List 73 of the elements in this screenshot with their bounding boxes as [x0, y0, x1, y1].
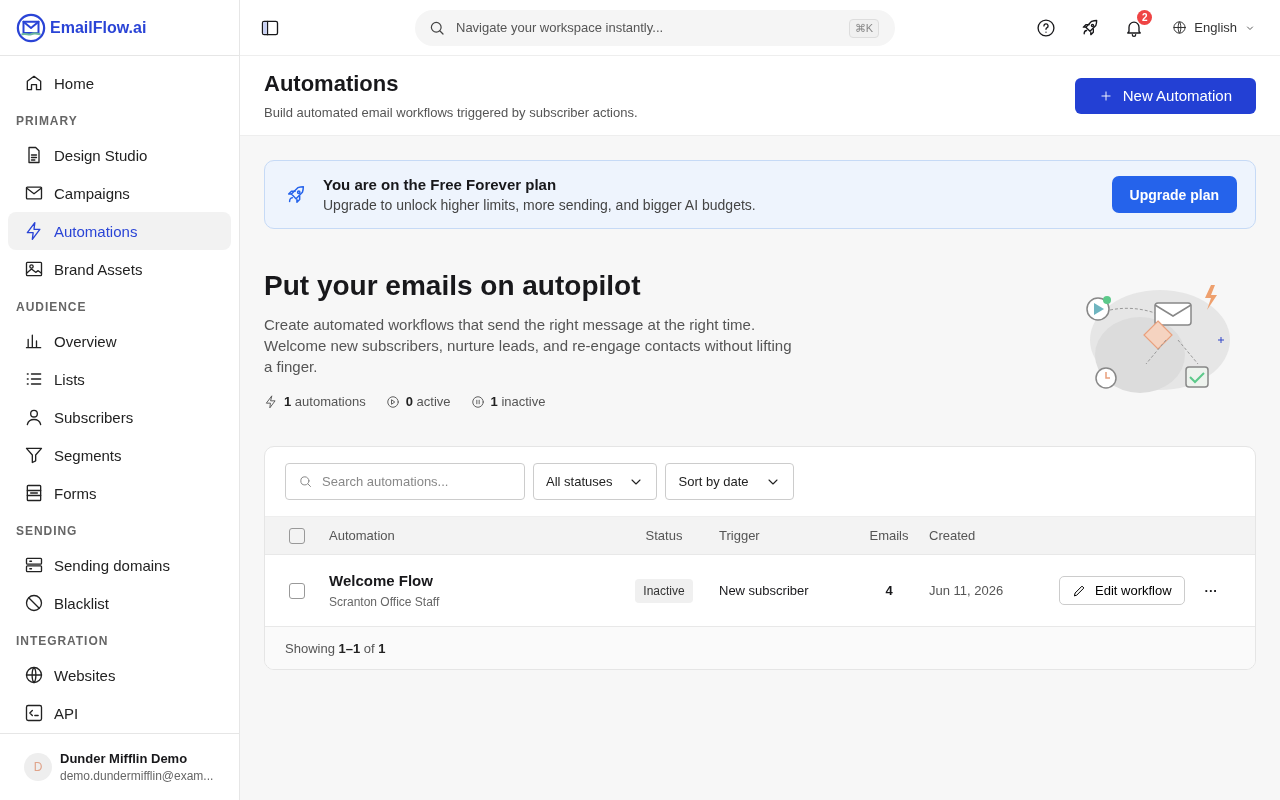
sidebar-item[interactable]: Design Studio: [8, 136, 231, 174]
sidebar-item[interactable]: API: [8, 694, 231, 732]
house-icon: [24, 73, 44, 93]
hero-title: Put your emails on autopilot: [264, 270, 642, 302]
edit-workflow-button[interactable]: Edit workflow: [1059, 576, 1185, 605]
stat-text: 1 automations: [284, 394, 366, 409]
banner-text: Upgrade to unlock higher limits, more sending, and bigger AI budgets.: [323, 197, 756, 213]
sidebar-item[interactable]: Forms: [8, 474, 231, 512]
column-header: Emails: [869, 528, 909, 543]
globe-icon: [24, 665, 44, 685]
user-icon: [24, 407, 44, 427]
notification-badge: 2: [1137, 9, 1153, 25]
pagination-summary: Showing 1–1 of 1: [285, 640, 386, 656]
form-icon: [24, 483, 44, 503]
automation-name: Welcome Flow: [329, 572, 434, 589]
status-badge: Inactive: [635, 578, 693, 603]
section-heading: PRIMARY: [15, 113, 79, 130]
play-circle-icon: [385, 394, 400, 409]
sidebar-item[interactable]: Home: [8, 64, 231, 102]
table-cell-text: New subscriber: [719, 583, 810, 598]
search-icon: [298, 474, 313, 489]
image-icon: [24, 259, 44, 279]
sidebar-item[interactable]: Automations: [8, 212, 231, 250]
upgrade-button[interactable]: Upgrade plan: [1111, 176, 1237, 213]
column-header: Created: [929, 528, 977, 543]
table-cell: 4: [885, 583, 893, 598]
sidebar-item[interactable]: Subscribers: [8, 398, 231, 436]
section-heading: AUDIENCE: [15, 299, 88, 316]
stat-text: 1 inactive: [490, 394, 546, 409]
column-header: Status: [645, 528, 683, 543]
language-selector[interactable]: English: [1172, 20, 1256, 35]
sidebar-item[interactable]: Lists: [8, 360, 231, 398]
column-header: Automation: [329, 528, 396, 543]
new-automation-button[interactable]: New Automation: [1074, 77, 1256, 114]
server-icon: [24, 555, 44, 575]
column-header: Trigger: [719, 528, 761, 543]
pause-circle-icon: [470, 394, 485, 409]
stat-text: 0 active: [405, 394, 451, 409]
blocked-icon: [24, 593, 44, 613]
help-icon[interactable]: [1036, 17, 1057, 38]
sidebar-item[interactable]: Sending domains: [8, 546, 231, 584]
sidebar-item[interactable]: Segments: [8, 436, 231, 474]
user-name: Dunder Mifflin Demo: [60, 751, 189, 766]
sidebar-item[interactable]: Campaigns: [8, 174, 231, 212]
pencil-icon: [1072, 583, 1087, 598]
checkbox[interactable]: [289, 527, 305, 544]
filter-icon: [24, 445, 44, 465]
section-heading: SENDING: [15, 523, 79, 540]
filter-dropdown[interactable]: All statuses: [533, 463, 658, 500]
sidebar-item[interactable]: Blacklist: [8, 584, 231, 622]
filter-dropdown[interactable]: Sort by date: [665, 463, 794, 500]
hero-text: Create automated workflows that send the right message at the right time. Welcome new subscribers, nurture leads, and re-engage contacts without lifting a finger.: [264, 315, 793, 377]
list-name: Scranton Office Staff: [329, 595, 441, 609]
search-field[interactable]: Search automations...: [285, 463, 525, 500]
brand-name: EmailFlow.ai: [50, 18, 147, 37]
table-cell-text: Jun 11, 2026: [929, 583, 1005, 598]
page-title: Automations: [264, 71, 400, 97]
lightning-icon: [264, 394, 278, 409]
banner-title: You are on the Free Forever plan: [323, 176, 558, 193]
checkbox[interactable]: [289, 582, 305, 599]
terminal-icon: [24, 703, 44, 723]
envelope-logo-icon: [16, 12, 46, 43]
globe-icon: [1172, 20, 1188, 35]
section-heading: INTEGRATION: [15, 633, 110, 650]
more-options-button[interactable]: ···: [1204, 583, 1218, 598]
plus-icon: [1098, 88, 1113, 103]
sidebar-item[interactable]: Websites: [8, 656, 231, 694]
rocket-icon: [285, 183, 307, 206]
page-subtitle: Build automated email workflows triggered by subscriber actions.: [264, 105, 638, 120]
user-email: demo.dundermifflin@exam...: [60, 769, 214, 783]
avatar: D: [24, 753, 52, 781]
sidebar-item[interactable]: Brand Assets: [8, 250, 231, 288]
sidebar-item[interactable]: Overview: [8, 322, 231, 360]
